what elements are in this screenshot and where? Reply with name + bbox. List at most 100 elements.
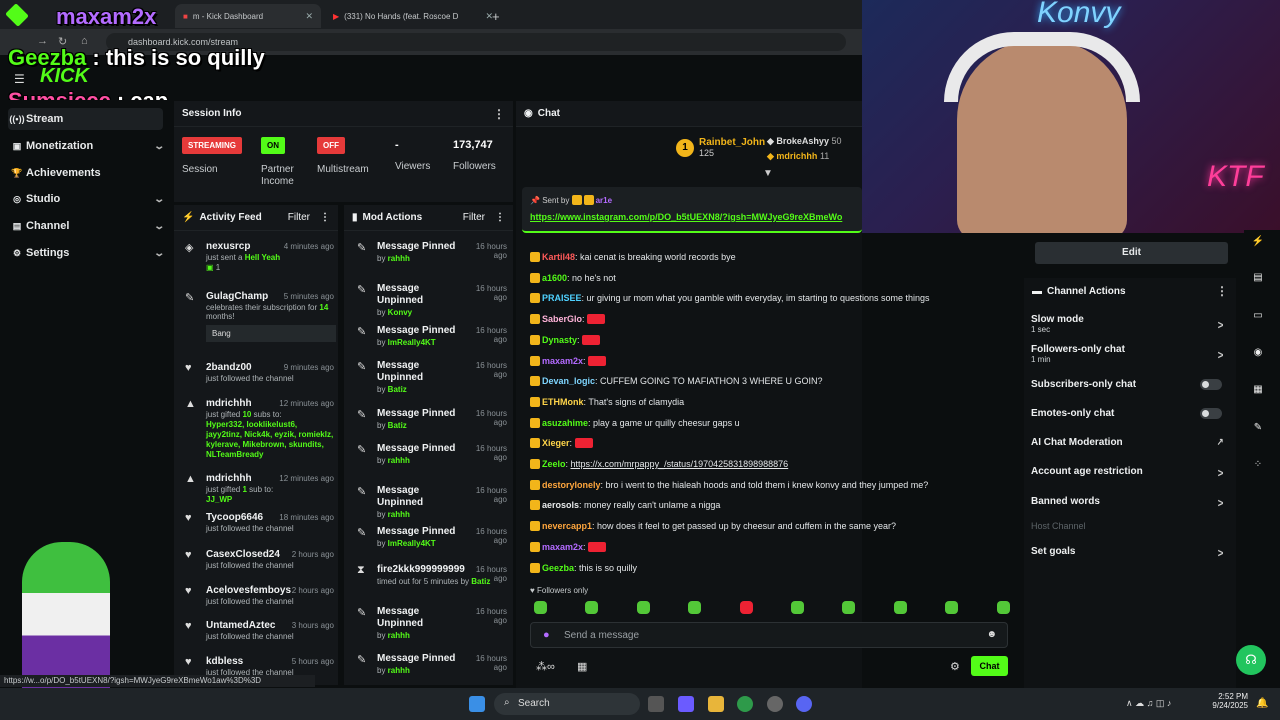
filter-button[interactable]: Filter [463,212,485,223]
edit-button[interactable]: Edit [1035,242,1228,264]
emote-icon[interactable] [636,601,650,614]
more-icon[interactable]: ⋮ [320,212,330,223]
mic-icon[interactable]: ● [543,629,550,641]
chat-message[interactable]: a1600: no he's not [530,272,616,283]
chat-username[interactable]: maxam2x [542,356,583,366]
windows-start-icon[interactable] [469,696,485,712]
chat-username[interactable]: Devan_logic [542,376,595,386]
apps-icon[interactable]: ⁘ [1248,455,1268,475]
copilot-icon[interactable] [678,696,694,712]
action-account-age[interactable]: Account age restriction > [1031,466,1228,480]
pinned-message[interactable]: 📌 Sent by ar1e https://www.instagram.com… [522,187,862,233]
chevron-right-icon: > [1217,318,1224,332]
wrench-icon[interactable]: ✎ [1248,418,1268,438]
send-chat-button[interactable]: Chat [971,656,1008,676]
task-view-icon[interactable] [648,696,664,712]
chat-username[interactable]: destorylonely [542,480,601,490]
chat-message[interactable]: Zeelo: https://x.com/mrpappy_/status/197… [530,459,788,469]
users-icon[interactable]: ⁂∞ [536,660,555,673]
chat-username[interactable]: nevercapp1 [542,521,592,531]
chat-message[interactable]: Devan_logic: CUFFEM GOING TO MAFIATHON 3… [530,376,823,387]
chat-message[interactable]: nevercapp1: how does it feel to get pass… [530,521,896,532]
emote-icon[interactable] [842,601,856,614]
sidebar-item-stream[interactable]: ((•)) Stream [8,108,163,130]
chat-username[interactable]: aerosols [542,500,579,510]
action-subscribers-only[interactable]: Subscribers-only chat [1031,379,1228,390]
chat-message[interactable]: ETHMonk: That's signs of clamydia [530,396,684,407]
action-emotes-only[interactable]: Emotes-only chat [1031,408,1228,419]
tab-youtube[interactable]: ▶ (331) No Hands (feat. Roscoe D ✕ [325,4,501,28]
toggle-switch[interactable] [1200,379,1222,390]
sidebar-item-monetization[interactable]: ▣ Monetization ⌄ [8,135,165,157]
chat-input[interactable]: ● Send a message ☻ [530,622,1008,648]
chat-message[interactable]: Dynasty: [530,334,602,345]
collapse-icon[interactable]: ▼ [763,168,773,179]
taskbar-search[interactable]: ⌕ Search [494,693,640,715]
emote-icon[interactable] [688,601,702,614]
chat-username[interactable]: maxam2x [542,542,583,552]
emote-icon[interactable] [585,601,599,614]
file-explorer-icon[interactable] [708,696,724,712]
chat-message[interactable]: Kartil48: kai cenat is breaking world re… [530,252,736,262]
chat-settings-icon[interactable]: ⚙ [950,660,960,673]
chat-message[interactable]: SaberGlo: [530,314,607,325]
emote-icon[interactable] [996,601,1010,614]
chat-username[interactable]: Dynasty [542,335,577,345]
action-slow-mode[interactable]: Slow mode 1 sec > [1031,314,1228,334]
chat-message[interactable]: destorylonely: bro i went to the hialeah… [530,479,928,490]
chat-username[interactable]: Geezba [542,563,574,573]
emote-icon[interactable] [534,601,547,614]
lightning-icon[interactable]: ⚡ [1248,232,1268,252]
sidebar-item-settings[interactable]: ⚙ Settings ⌄ [8,242,165,264]
clipboard-icon[interactable]: ▤ [1248,268,1268,288]
chat-username[interactable]: a1600 [542,273,567,283]
close-tab-icon[interactable]: ✕ [305,11,313,22]
discord-icon[interactable] [796,696,812,712]
chat-username[interactable]: PRAISEE [542,293,582,303]
menu-icon[interactable]: ☰ [14,72,25,86]
notification-icon[interactable]: 🔔 [1256,698,1268,709]
store-icon[interactable]: ▦ [577,660,587,673]
more-icon[interactable]: ⋮ [495,212,505,223]
new-tab-button[interactable]: + [484,4,508,28]
chat-message[interactable]: maxam2x: [530,541,608,552]
support-icon[interactable]: ☊ [1236,645,1266,675]
sidebar-item-achievements[interactable]: 🏆 Achievements [8,162,163,184]
chat-username[interactable]: Zeelo [542,459,566,469]
action-set-goals[interactable]: Set goals > [1031,546,1228,560]
action-ai-moderation[interactable]: AI Chat Moderation ↗ [1031,437,1228,448]
chat-message[interactable]: maxam2x: [530,355,608,366]
emote-icon[interactable] [893,601,907,614]
chat-username[interactable]: Xieger [542,438,570,448]
pinned-link[interactable]: https://www.instagram.com/p/DO_b5tUEXN8/… [530,212,862,222]
chat-icon[interactable]: ▭ [1248,306,1268,326]
chat-message[interactable]: Xieger: [530,438,595,449]
sidebar-item-channel[interactable]: ▤ Channel ⌄ [8,215,165,237]
action-banned-words[interactable]: Banned words > [1031,496,1228,510]
chrome-icon[interactable] [737,696,753,712]
app-icon[interactable] [767,696,783,712]
layout-icon[interactable]: ▦ [1248,380,1268,400]
more-icon[interactable]: ⋮ [1216,284,1228,298]
toggle-switch[interactable] [1200,408,1222,419]
clock[interactable]: 2:52 PM 9/24/2025 [1206,692,1248,710]
broadcast-icon[interactable]: ◉ [1248,343,1268,363]
action-followers-only[interactable]: Followers-only chat 1 min > [1031,344,1228,364]
tab-kick-dashboard[interactable]: ■ m - Kick Dashboard ✕ [175,4,321,28]
emote-icon[interactable] [791,601,804,614]
chat-username[interactable]: asuzahime [542,418,588,428]
chat-username[interactable]: Kartil48 [542,252,575,262]
filter-button[interactable]: Filter [288,212,310,223]
sidebar-item-studio[interactable]: ◎ Studio ⌄ [8,188,165,210]
chat-message[interactable]: asuzahime: play a game ur quilly cheesur… [530,417,740,428]
chat-message[interactable]: PRAISEE: ur giving ur mom what you gambl… [530,293,930,304]
chat-username[interactable]: SaberGlo [542,314,582,324]
chat-message[interactable]: Geezba: this is so quilly [530,562,637,573]
tray-icons[interactable]: ∧ ☁ ♫ ◫ ♪ [1126,698,1171,709]
emote-icon[interactable] [945,601,959,614]
emoji-icon[interactable]: ☻ [986,629,997,640]
more-icon[interactable]: ⋮ [493,107,505,121]
chat-message[interactable]: aerosols: money really can't unlame a ni… [530,500,720,511]
chat-username[interactable]: ETHMonk [542,397,584,407]
emote-icon[interactable] [739,601,753,614]
